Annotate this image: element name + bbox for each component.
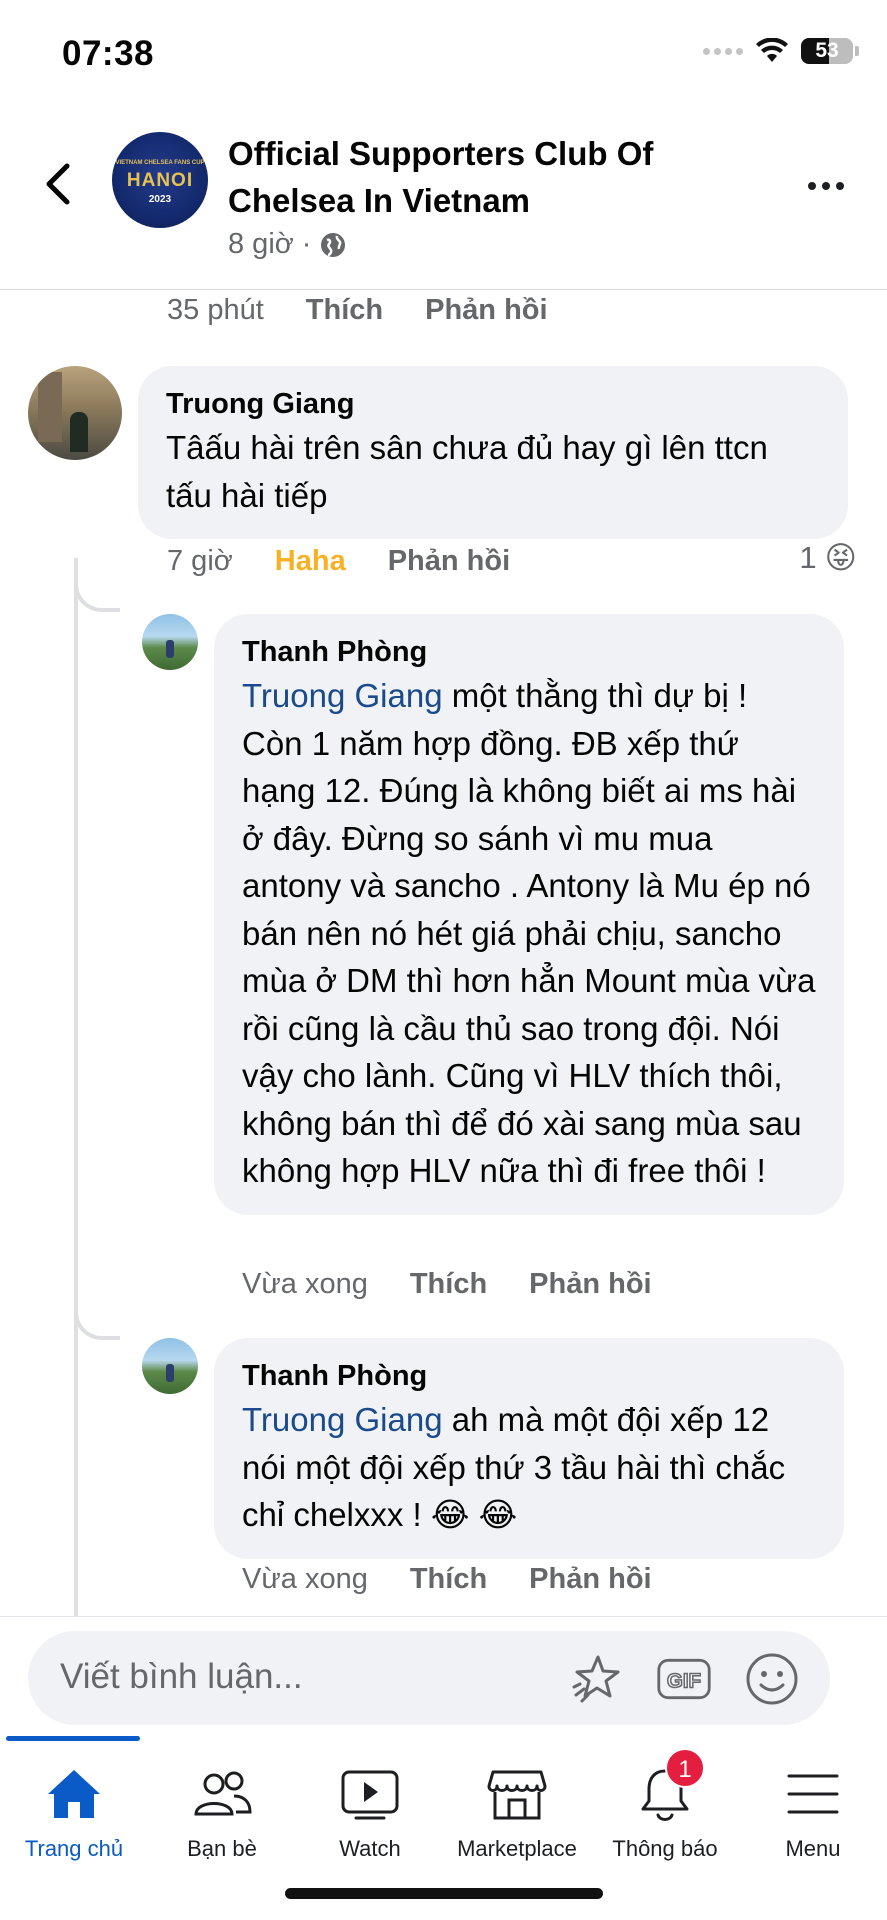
battery-level: 53	[815, 39, 839, 62]
comment-time: 35 phút	[167, 294, 264, 326]
avatar[interactable]	[28, 366, 122, 460]
comment-time: Vừa xong	[242, 1563, 368, 1595]
tab-label: Thông báo	[612, 1836, 718, 1861]
haha-reaction-button[interactable]: Haha	[275, 545, 346, 578]
haha-emoji-icon: 😝	[824, 540, 857, 575]
tab-label: Marketplace	[457, 1836, 577, 1861]
comment-author[interactable]: Thanh Phòng	[242, 632, 816, 672]
tab-label: Watch	[339, 1836, 401, 1861]
thread-connector	[74, 562, 120, 612]
watch-icon	[338, 1762, 402, 1826]
comment-time: 7 giờ	[167, 545, 233, 577]
comment-composer: Viết bình luận... GIF	[0, 1616, 887, 1736]
reaction-count: 1	[799, 540, 817, 575]
post-header: VIETNAM CHELSEA FANS CUP HANOI 2023 Offi…	[0, 110, 887, 290]
comment-body: một thằng thì dự bị ! Còn 1 năm hợp đồng…	[242, 677, 816, 1189]
reply-button[interactable]: Phản hồi	[529, 1268, 651, 1301]
tab-label: Menu	[785, 1836, 841, 1861]
bottom-tab-bar: Trang chủ Bạn bè Watch Marketplace 1 Thô…	[0, 1736, 887, 1920]
comment-text: Tâấu hài trên sân chưa đủ hay gì lên ttc…	[166, 429, 768, 514]
tab-menu[interactable]: Menu	[739, 1754, 887, 1874]
post-meta: 8 giờ ·	[228, 228, 347, 261]
comment-actions: 7 giờ Haha Phản hồi	[167, 545, 552, 578]
like-button[interactable]: Thích	[410, 1268, 487, 1301]
thread-connector	[74, 1290, 120, 1340]
tab-label: Trang chủ	[24, 1836, 124, 1861]
post-time: 8 giờ	[228, 228, 294, 260]
menu-icon	[781, 1762, 845, 1826]
comment-author[interactable]: Thanh Phòng	[242, 1356, 816, 1396]
emoji-icon[interactable]	[744, 1651, 800, 1707]
comment-author[interactable]: Truong Giang	[166, 384, 820, 424]
avatar[interactable]	[142, 614, 198, 670]
gif-label: GIF	[667, 1669, 701, 1692]
gif-icon[interactable]: GIF	[656, 1651, 712, 1707]
reply-bubble[interactable]: Thanh Phòng Truong Giang ah mà một đội x…	[214, 1338, 844, 1559]
notification-badge: 1	[665, 1748, 705, 1788]
wifi-icon	[756, 38, 788, 62]
prev-comment-actions: 35 phút Thích Phản hồi	[167, 294, 590, 327]
group-avatar[interactable]: VIETNAM CHELSEA FANS CUP HANOI 2023	[112, 132, 208, 228]
status-indicators: 53	[703, 38, 859, 64]
reaction-summary[interactable]: 1 😝	[799, 540, 857, 576]
marketplace-icon	[485, 1762, 549, 1826]
mention-link[interactable]: Truong Giang	[242, 677, 443, 714]
reply-actions: Vừa xong Thích Phản hồi	[242, 1268, 694, 1301]
like-button[interactable]: Thích	[306, 294, 383, 327]
status-time: 07:38	[62, 34, 155, 73]
like-button[interactable]: Thích	[410, 1563, 487, 1596]
friends-icon	[190, 1762, 254, 1826]
more-options-button[interactable]	[801, 172, 851, 200]
comment-placeholder: Viết bình luận...	[60, 1657, 303, 1696]
avatar-caption: VIETNAM CHELSEA FANS CUP	[115, 160, 205, 166]
bell-icon: 1	[633, 1748, 705, 1826]
home-icon	[42, 1762, 106, 1826]
battery-icon: 53	[801, 38, 859, 64]
tab-marketplace[interactable]: Marketplace	[443, 1754, 591, 1874]
meta-separator: ·	[301, 228, 312, 260]
reply-actions: Vừa xong Thích Phản hồi	[242, 1563, 694, 1596]
comment-text: Truong Giang ah mà một đội xếp 12 nói mộ…	[242, 1396, 816, 1539]
comment-bubble[interactable]: Truong Giang Tâấu hài trên sân chưa đủ h…	[138, 366, 848, 539]
chevron-left-icon	[46, 163, 70, 205]
avatar-sticker-icon[interactable]	[568, 1651, 624, 1707]
reply-button[interactable]: Phản hồi	[529, 1563, 651, 1596]
tab-notifications[interactable]: 1 Thông báo	[591, 1748, 739, 1874]
back-button[interactable]	[36, 154, 80, 214]
home-indicator	[285, 1888, 603, 1899]
comment-input[interactable]: Viết bình luận... GIF	[28, 1631, 830, 1725]
avatar[interactable]	[142, 1338, 198, 1394]
tab-friends[interactable]: Bạn bè	[148, 1754, 296, 1874]
group-title[interactable]: Official Supporters Club Of Chelsea In V…	[228, 130, 748, 224]
cellular-signal-icon	[703, 47, 743, 55]
globe-icon	[321, 232, 346, 257]
thread-line	[74, 558, 78, 1616]
reply-button[interactable]: Phản hồi	[425, 294, 547, 327]
mention-link[interactable]: Truong Giang	[242, 1401, 443, 1438]
active-tab-indicator	[6, 1736, 140, 1741]
comment-time: Vừa xong	[242, 1268, 368, 1300]
avatar-logo-text: HANOI	[126, 170, 194, 191]
reply-bubble[interactable]: Thanh Phòng Truong Giang một thằng thì d…	[214, 614, 844, 1215]
avatar-year: 2023	[148, 194, 172, 205]
tab-home[interactable]: Trang chủ	[0, 1754, 148, 1874]
status-bar: 07:38 53	[0, 0, 887, 110]
tab-watch[interactable]: Watch	[296, 1754, 444, 1874]
comment-text: Truong Giang một thằng thì dự bị ! Còn 1…	[242, 672, 816, 1195]
tab-label: Bạn bè	[187, 1836, 257, 1861]
reply-button[interactable]: Phản hồi	[388, 545, 510, 578]
